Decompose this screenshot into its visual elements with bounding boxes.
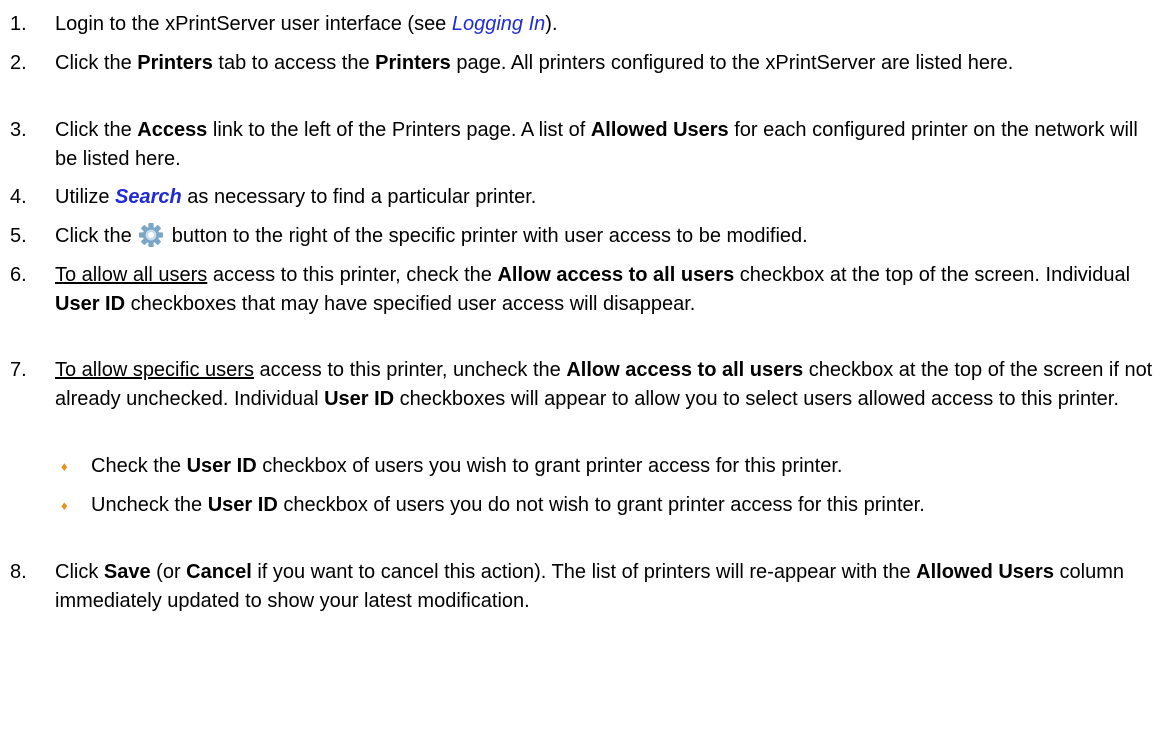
step-text: To allow all users access to this printe… xyxy=(55,264,1131,315)
step-1: 1. Login to the xPrintServer user interf… xyxy=(0,10,1165,39)
search-link[interactable]: Search xyxy=(115,186,182,208)
step-number: 7. xyxy=(10,359,27,381)
bullet-icon: ♦ xyxy=(61,459,68,474)
step-number: 4. xyxy=(10,186,27,208)
step-6: 6. To allow all users access to this pri… xyxy=(0,261,1165,319)
step-number: 3. xyxy=(10,119,27,141)
step-8: 8. Click Save (or Cancel if you want to … xyxy=(0,558,1165,616)
step-text: Login to the xPrintServer user interface… xyxy=(55,13,558,35)
step-text: Click the Access link to the left of the… xyxy=(55,119,1138,170)
logging-in-link[interactable]: Logging In xyxy=(452,13,545,35)
step-text: Click Save (or Cancel if you want to can… xyxy=(55,561,1124,612)
step-number: 2. xyxy=(10,52,27,74)
step-4: 4. Utilize Search as necessary to find a… xyxy=(0,183,1165,212)
step-text: Click the button to the right of the spe… xyxy=(55,222,1155,251)
step-number: 5. xyxy=(10,225,27,247)
step-text: To allow specific users access to this p… xyxy=(55,359,1153,410)
step-text: Utilize Search as necessary to find a pa… xyxy=(55,186,537,208)
step-number: 8. xyxy=(10,561,27,583)
document-page: 1. Login to the xPrintServer user interf… xyxy=(0,0,1165,752)
step-3: 3. Click the Access link to the left of … xyxy=(0,116,1165,174)
gear-icon xyxy=(138,222,164,248)
substep-text: Uncheck the User ID checkbox of users yo… xyxy=(91,494,925,516)
step-number: 1. xyxy=(10,13,27,35)
substep-2: ♦ Uncheck the User ID checkbox of users … xyxy=(0,491,1165,520)
bullet-icon: ♦ xyxy=(61,498,68,513)
substep-1: ♦ Check the User ID checkbox of users yo… xyxy=(0,452,1165,481)
step-text: Click the Printers tab to access the Pri… xyxy=(55,52,1014,74)
step-number: 6. xyxy=(10,264,27,286)
step-5: 5. Click the button to the right of the … xyxy=(0,222,1165,251)
step-2: 2. Click the Printers tab to access the … xyxy=(0,49,1165,78)
step-7: 7. To allow specific users access to thi… xyxy=(0,356,1165,414)
substep-text: Check the User ID checkbox of users you … xyxy=(91,455,843,477)
